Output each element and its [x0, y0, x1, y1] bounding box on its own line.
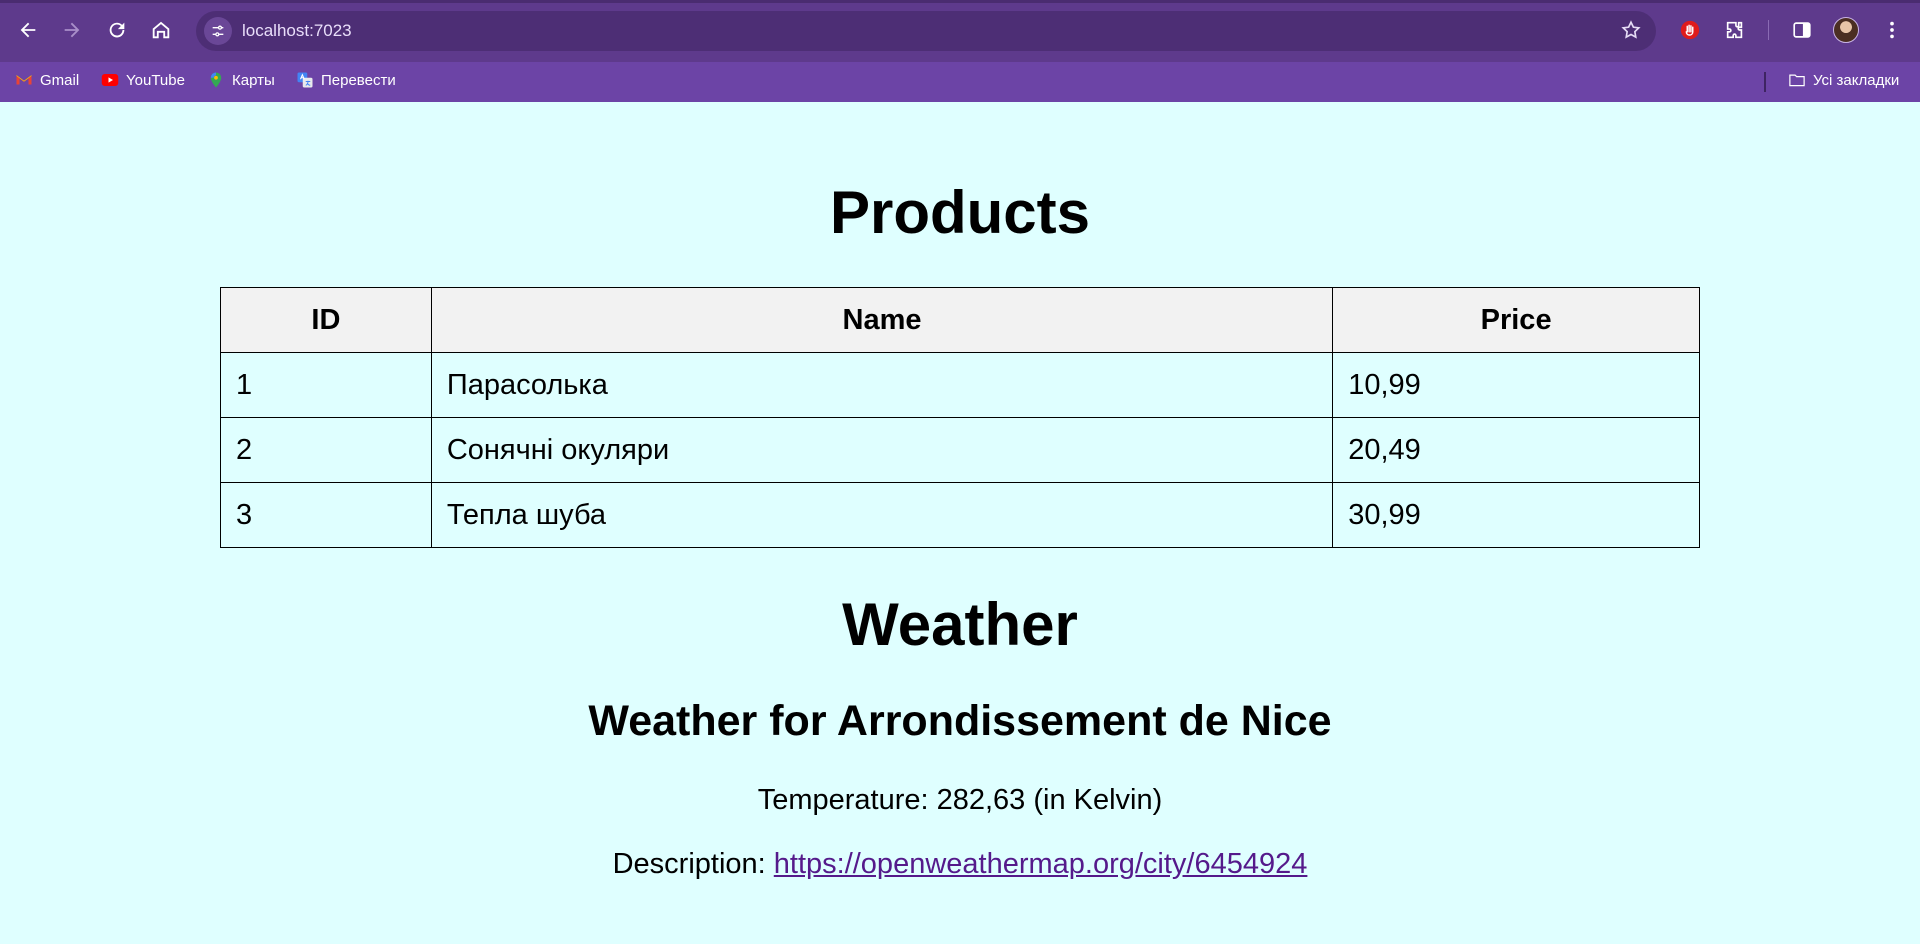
side-panel-icon[interactable] [1786, 14, 1818, 46]
cell-id: 1 [220, 352, 432, 418]
description-line: Description: https://openweathermap.org/… [0, 848, 1920, 881]
bookmarks-divider [1764, 72, 1766, 92]
arrow-left-icon [20, 22, 36, 38]
cell-name: Тепла шуба [430, 482, 1334, 548]
folder-icon [1788, 71, 1806, 89]
reload-icon [109, 22, 125, 38]
home-icon [152, 21, 170, 39]
browser-toolbar: localhost:7023 [0, 0, 1920, 62]
cell-price: 30,99 [1332, 482, 1700, 548]
products-table: ID Name Price 1 Парасолька 10,99 2 Соняч… [220, 287, 1700, 548]
profile-avatar[interactable] [1833, 17, 1859, 43]
column-header-name: Name [430, 287, 1334, 353]
site-info-icon[interactable] [204, 17, 232, 45]
description-label: Description: [612, 848, 774, 880]
table-row: 1 Парасолька 10,99 [220, 352, 1700, 418]
weather-city-heading: Weather for Arrondissement de Nice [588, 697, 1332, 745]
translate-icon [296, 71, 314, 89]
table-row: 2 Сонячні окуляри 20,49 [220, 417, 1700, 483]
menu-kebab-icon[interactable] [1876, 14, 1908, 46]
address-bar[interactable]: localhost:7023 [196, 11, 1656, 51]
bookmark-star-icon[interactable] [1620, 19, 1642, 46]
forward-button[interactable] [54, 12, 90, 48]
temperature-text: Temperature: 282,63 (in Kelvin) [757, 784, 1163, 816]
bookmark-gmail[interactable]: Gmail [15, 71, 79, 89]
page-content: Products ID Name Price 1 Парасолька 10,9… [0, 102, 1920, 944]
bookmark-youtube[interactable]: YouTube [101, 71, 185, 89]
toolbar-divider [1768, 20, 1769, 40]
bookmark-label: YouTube [126, 71, 185, 89]
gmail-icon [15, 71, 33, 89]
table-row: 3 Тепла шуба 30,99 [220, 482, 1700, 548]
bookmarks-bar: Gmail YouTube Карты Перевести Усі заклад… [0, 62, 1920, 102]
all-bookmarks-folder[interactable]: Усі закладки [1788, 71, 1899, 89]
cell-id: 2 [220, 417, 432, 483]
cell-price: 20,49 [1332, 417, 1700, 483]
bookmark-label: Карты [232, 71, 275, 89]
url-text[interactable]: localhost:7023 [242, 21, 352, 41]
cell-id: 3 [220, 482, 432, 548]
bookmark-translate[interactable]: Перевести [296, 71, 396, 89]
weather-heading: Weather [842, 591, 1078, 658]
reload-button[interactable] [99, 12, 135, 48]
maps-icon [207, 71, 225, 89]
extensions-icon[interactable] [1719, 14, 1751, 46]
column-header-price: Price [1332, 287, 1700, 353]
column-header-id: ID [220, 287, 432, 353]
products-heading: Products [829, 179, 1091, 246]
adblock-extension-icon[interactable] [1674, 14, 1706, 46]
tab-strip [0, 0, 1920, 3]
home-button[interactable] [143, 12, 179, 48]
openweathermap-link[interactable]: https://openweathermap.org/city/6454924 [774, 848, 1308, 880]
all-bookmarks-label: Усі закладки [1813, 71, 1900, 89]
cell-name: Парасолька [430, 352, 1334, 418]
bookmark-maps[interactable]: Карты [207, 71, 275, 89]
back-button[interactable] [10, 12, 46, 48]
arrow-right-icon [64, 22, 80, 38]
cell-price: 10,99 [1332, 352, 1700, 418]
table-header-row: ID Name Price [220, 287, 1700, 353]
bookmark-label: Gmail [40, 71, 80, 89]
youtube-icon [101, 71, 119, 89]
cell-name: Сонячні окуляри [430, 417, 1334, 483]
bookmark-label: Перевести [321, 71, 396, 89]
